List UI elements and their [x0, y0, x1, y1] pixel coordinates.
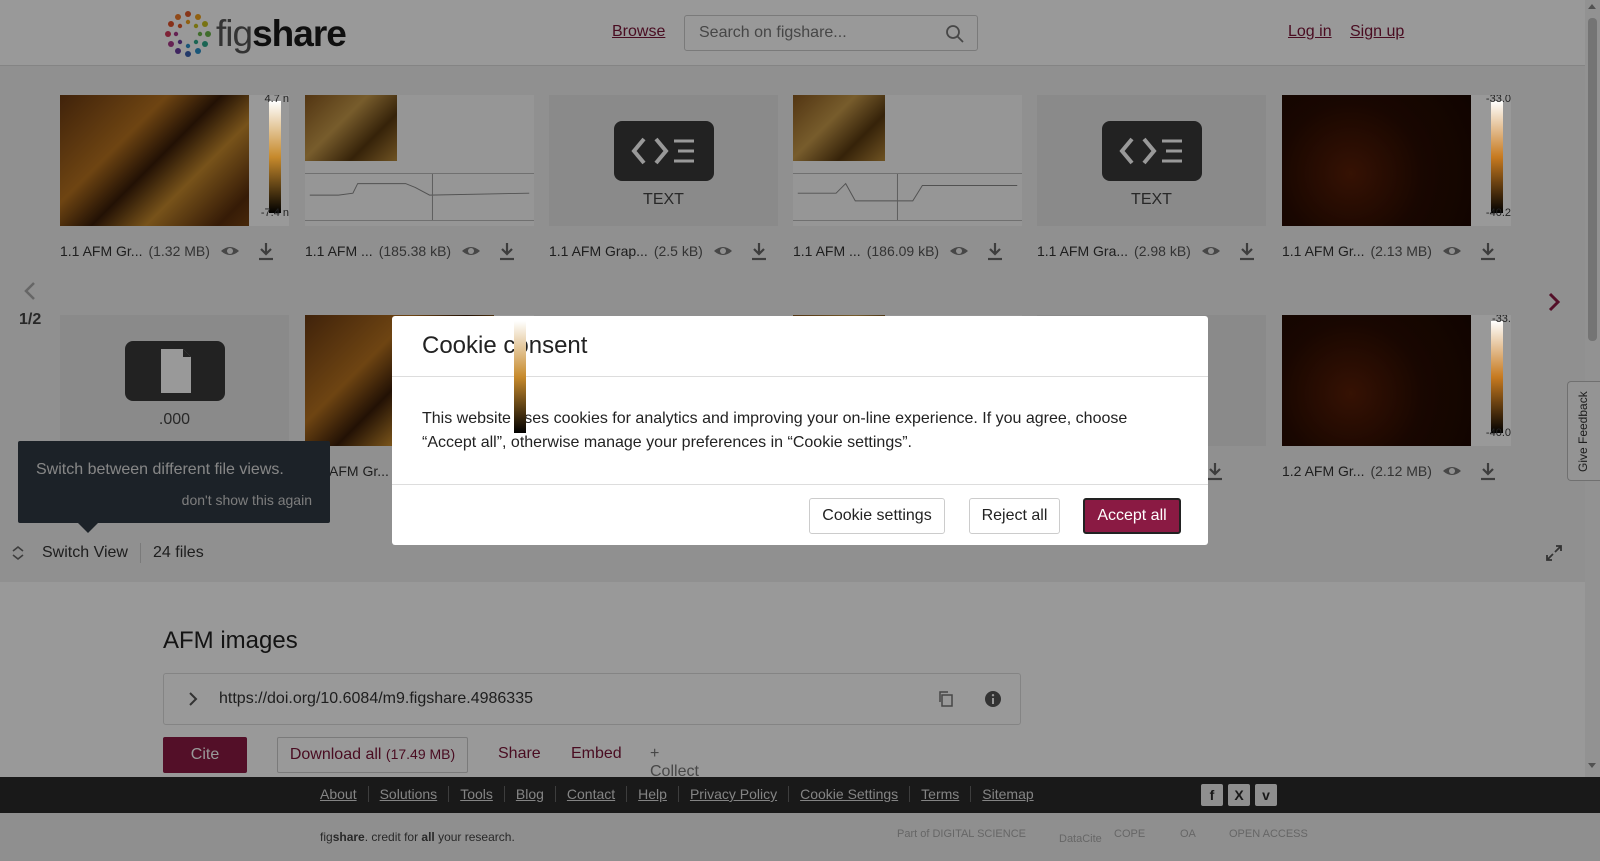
accept-all-button[interactable]: Accept all	[1083, 498, 1181, 534]
scale-min: -40.0	[1485, 427, 1511, 439]
reject-all-button[interactable]: Reject all	[969, 498, 1060, 534]
cookie-message: This website uses cookies for analytics …	[422, 410, 1128, 451]
color-scale	[1491, 321, 1503, 433]
scale-max: 4.7 n	[264, 95, 289, 105]
divider	[392, 484, 1208, 485]
scale-max: -33.0	[1485, 95, 1511, 105]
color-scale	[1491, 101, 1503, 213]
scale-max: -33.	[1492, 315, 1511, 325]
color-scale	[514, 321, 526, 433]
color-scale	[269, 101, 281, 213]
scale-min: -7.4 n	[260, 207, 289, 219]
cookie-title: Cookie consent	[422, 332, 588, 359]
scale-min: -40.2	[1485, 207, 1511, 219]
cookie-settings-button[interactable]: Cookie settings	[809, 498, 945, 534]
